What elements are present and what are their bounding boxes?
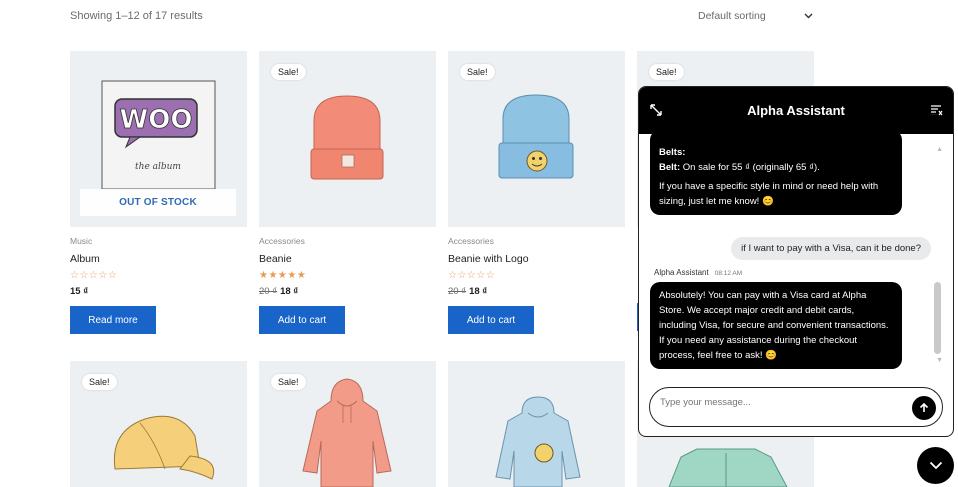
price-current: 18 ₫: [469, 286, 488, 297]
product-image-cap[interactable]: Sale!: [70, 361, 247, 487]
sale-badge: Sale!: [82, 374, 117, 390]
album-art-sub: the album: [135, 162, 181, 172]
out-of-stock-label: OUT OF STOCK: [80, 189, 236, 216]
product-category[interactable]: Accessories: [448, 236, 625, 246]
product-card-cap: Sale!: [70, 361, 247, 487]
product-image-beanie-with-logo[interactable]: Sale!: [448, 51, 625, 227]
rating-stars: ☆☆☆☆☆: [448, 270, 496, 281]
sale-badge: Sale!: [271, 64, 306, 80]
scroll-up-arrow[interactable]: ▲: [936, 146, 943, 153]
sale-badge: Sale!: [460, 64, 495, 80]
product-card-beanie: Sale! Accessories Beanie ★★★★★ 20 ₫ 18 ₫ …: [259, 51, 436, 334]
price-current: 15 ₫: [70, 286, 89, 297]
add-to-cart-button[interactable]: Add to cart: [448, 306, 534, 334]
sorting-label: Default sorting: [698, 10, 766, 22]
product-image-beanie[interactable]: Sale!: [259, 51, 436, 227]
bot-message-line: Belt: On sale for 55 ₫ (originally 65 ₫)…: [659, 160, 893, 175]
product-title[interactable]: Album: [70, 253, 247, 265]
send-button[interactable]: [912, 396, 936, 420]
product-card-hoodie: Sale!: [259, 361, 436, 487]
chevron-down-icon: [929, 461, 942, 470]
clear-chat-icon[interactable]: [929, 103, 943, 117]
arrow-up-icon: [919, 402, 929, 412]
add-to-cart-button[interactable]: Add to cart: [259, 306, 345, 334]
product-image-hoodie[interactable]: Sale!: [259, 361, 436, 487]
product-card-album: WOO the album OUT OF STOCK Music Album ☆…: [70, 51, 247, 334]
product-category[interactable]: Accessories: [259, 236, 436, 246]
sale-badge: Sale!: [271, 374, 306, 390]
shop-page: Showing 1–12 of 17 results Default sorti…: [0, 0, 958, 487]
sorting-select[interactable]: Default sorting: [698, 8, 813, 24]
sender-name: Alpha Assistant: [654, 268, 709, 277]
scroll-down-arrow[interactable]: ▼: [936, 357, 943, 364]
sale-badge: Sale!: [649, 64, 684, 80]
hoodie-logo-image: [495, 396, 581, 487]
bot-message: Absolutely! You can pay with a Visa card…: [650, 282, 902, 369]
scrollbar-thumb[interactable]: [934, 282, 941, 354]
chevron-down-icon: [804, 13, 813, 19]
product-price: 15 ₫: [70, 286, 247, 297]
chat-title: Alpha Assistant: [747, 103, 845, 118]
rating-stars: ★★★★★: [259, 270, 307, 281]
product-title[interactable]: Beanie: [259, 253, 436, 265]
bot-message-heading: Belts:: [659, 147, 686, 158]
rating-stars: ☆☆☆☆☆: [70, 270, 118, 281]
product-price: 20 ₫ 18 ₫: [259, 286, 436, 297]
message-meta: Alpha Assistant 08:12 AM: [654, 268, 742, 277]
bot-message-belt-label: Belt:: [659, 162, 681, 173]
expand-icon[interactable]: [649, 103, 663, 117]
price-old: 20 ₫: [448, 286, 467, 297]
product-price: 20 ₫ 18 ₫: [448, 286, 625, 297]
product-card-hoodie-with-logo: [448, 361, 625, 487]
bot-message-belt-text: On sale for 55 ₫ (originally 65 ₫).: [680, 162, 820, 173]
product-category[interactable]: Music: [70, 236, 247, 246]
price-old: 20 ₫: [259, 286, 278, 297]
message-time: 08:12 AM: [714, 270, 743, 277]
product-title[interactable]: Beanie with Logo: [448, 253, 625, 265]
chat-messages[interactable]: Belts: Belt: On sale for 55 ₫ (originall…: [639, 134, 953, 377]
chat-toggle-button[interactable]: [917, 447, 954, 484]
user-message: if I want to pay with a Visa, can it be …: [731, 237, 931, 260]
chat-widget: Alpha Assistant Belts: Belt: On sale for…: [638, 86, 954, 437]
read-more-button[interactable]: Read more: [70, 306, 156, 334]
bot-message-text: If you have a specific style in mind or …: [659, 181, 879, 207]
chat-header: Alpha Assistant: [639, 87, 953, 134]
album-art-word: WOO: [120, 105, 193, 135]
bot-message: Belts: Belt: On sale for 55 ₫ (originall…: [650, 134, 902, 215]
message-input[interactable]: [660, 394, 900, 410]
price-current: 18 ₫: [280, 286, 299, 297]
product-card-beanie-with-logo: Sale! Accessories Beanie with Logo ☆☆☆☆☆…: [448, 51, 625, 334]
product-image-album[interactable]: WOO the album OUT OF STOCK: [70, 51, 247, 227]
results-count: Showing 1–12 of 17 results: [70, 10, 203, 22]
product-image-hoodie-with-logo[interactable]: [448, 361, 625, 487]
chat-input-box: [649, 387, 943, 427]
